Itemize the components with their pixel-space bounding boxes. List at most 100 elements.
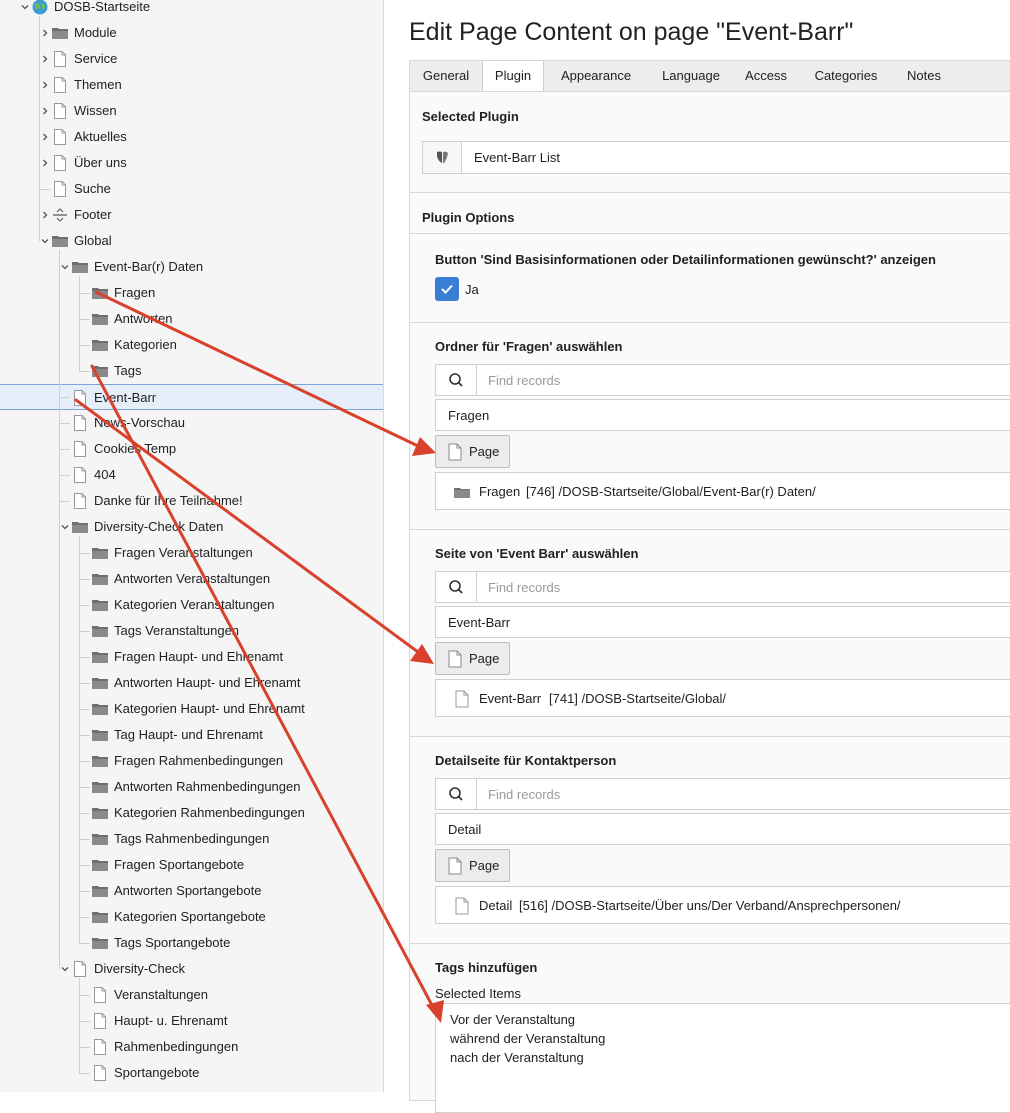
fragen-record[interactable]: Fragen [746] /DOSB-Startseite/Global/Eve… <box>435 472 1010 510</box>
tree-item-diversity-check-daten[interactable]: Diversity-Check Daten <box>0 514 383 540</box>
tree-item-danke[interactable]: Danke für Ihre Teilnahme! <box>0 488 383 514</box>
tree-item-suche[interactable]: Suche <box>0 176 383 202</box>
tree-item-wissen[interactable]: Wissen <box>0 98 383 124</box>
chevron-right-icon[interactable] <box>40 202 50 228</box>
fragen-page-button[interactable]: Page <box>435 435 510 468</box>
tree-item-404[interactable]: 404 <box>0 462 383 488</box>
tree-item-cookies-temp[interactable]: Cookies Temp <box>0 436 383 462</box>
event-barr-record-title: Event-Barr <box>479 691 542 706</box>
tab-language[interactable]: Language <box>648 61 734 91</box>
tree-item-tag-haupt-ehrenamt[interactable]: Tag Haupt- und Ehrenamt <box>0 722 383 748</box>
folder-icon <box>92 623 108 639</box>
tree-item-kategorien[interactable]: Kategorien <box>0 332 383 358</box>
chevron-down-icon[interactable] <box>60 514 70 540</box>
chevron-right-icon[interactable] <box>40 20 50 46</box>
fragen-search[interactable]: Find records <box>435 364 1010 396</box>
tree-item-event-barr-daten[interactable]: Event-Bar(r) Daten <box>0 254 383 280</box>
tree-item-module[interactable]: Module <box>0 20 383 46</box>
tree-item-label: Suche <box>74 181 111 196</box>
tree-item-ueber-uns[interactable]: Über uns <box>0 150 383 176</box>
tree-item-antworten[interactable]: Antworten <box>0 306 383 332</box>
tree-item-label: Kategorien Haupt- und Ehrenamt <box>114 701 305 716</box>
chevron-right-icon[interactable] <box>40 98 50 124</box>
selected-tag-item[interactable]: während der Veranstaltung <box>450 1031 605 1046</box>
tab-access[interactable]: Access <box>734 61 798 91</box>
chevron-right-icon[interactable] <box>40 150 50 176</box>
selected-plugin-field[interactable]: Event-Barr List <box>422 141 1010 174</box>
tree-item-tags[interactable]: Tags <box>0 358 383 384</box>
chevron-right-icon[interactable] <box>40 72 50 98</box>
tree-item-aktuelles[interactable]: Aktuelles <box>0 124 383 150</box>
tree-connector-line <box>39 16 40 241</box>
page-icon <box>448 443 462 461</box>
tree-item-fragen[interactable]: Fragen <box>0 280 383 306</box>
tree-item-fragen-haupt-ehrenamt[interactable]: Fragen Haupt- und Ehrenamt <box>0 644 383 670</box>
tree-item-label: Kategorien <box>114 337 177 352</box>
tree-item-footer[interactable]: Footer <box>0 202 383 228</box>
event-barr-search[interactable]: Find records <box>435 571 1010 603</box>
detail-value: Detail <box>448 822 482 837</box>
tree-item-label: DOSB-Startseite <box>54 0 151 14</box>
tree-item-kategorien-haupt-ehrenamt[interactable]: Kategorien Haupt- und Ehrenamt <box>0 696 383 722</box>
detail-record[interactable]: Detail [516] /DOSB-Startseite/Über uns/D… <box>435 886 1010 924</box>
event-barr-value-field[interactable]: Event-Barr <box>435 606 1010 638</box>
chevron-down-icon[interactable] <box>60 254 70 280</box>
tree-item-news-vorschau[interactable]: News-Vorschau <box>0 410 383 436</box>
tree-item-fragen-sportangebote[interactable]: Fragen Sportangebote <box>0 852 383 878</box>
tree-item-fragen-veranstaltungen[interactable]: Fragen Veranstaltungen <box>0 540 383 566</box>
chevron-right-icon[interactable] <box>40 46 50 72</box>
tree-connector-line <box>59 250 60 969</box>
tree-item-global[interactable]: Global <box>0 228 383 254</box>
tree-item-label: Kategorien Rahmenbedingungen <box>114 805 305 820</box>
tree-item-antworten-veranstaltungen[interactable]: Antworten Veranstaltungen <box>0 566 383 592</box>
tree-item-rahmenbedingungen[interactable]: Rahmenbedingungen <box>0 1034 383 1060</box>
tree-item-antworten-sportangebote[interactable]: Antworten Sportangebote <box>0 878 383 904</box>
event-barr-page-button[interactable]: Page <box>435 642 510 675</box>
event-barr-record[interactable]: Event-Barr [741] /DOSB-Startseite/Global… <box>435 679 1010 717</box>
page-icon <box>448 650 462 668</box>
tree-item-label: Diversity-Check Daten <box>94 519 224 534</box>
chevron-down-icon[interactable] <box>40 228 50 254</box>
tree-item-diversity-check[interactable]: Diversity-Check <box>0 956 383 982</box>
tree-item-haupt-u-ehrenamt[interactable]: Haupt- u. Ehrenamt <box>0 1008 383 1034</box>
chevron-right-icon[interactable] <box>40 124 50 150</box>
selected-plugin-title: Selected Plugin <box>422 109 519 124</box>
detail-search[interactable]: Find records <box>435 778 1010 810</box>
detail-value-field[interactable]: Detail <box>435 813 1010 845</box>
chevron-down-icon[interactable] <box>60 956 70 982</box>
tree-item-service[interactable]: Service <box>0 46 383 72</box>
tree-connector-line <box>79 579 90 580</box>
chevron-down-icon[interactable] <box>20 0 30 20</box>
tab-plugin[interactable]: Plugin <box>482 61 544 92</box>
tree-connector-line <box>79 605 90 606</box>
tree-connector-line <box>79 761 90 762</box>
tree-item-dosb-startseite[interactable]: DOSB-Startseite <box>0 0 383 20</box>
tree-item-antworten-haupt-ehrenamt[interactable]: Antworten Haupt- und Ehrenamt <box>0 670 383 696</box>
tree-item-label: Event-Bar(r) Daten <box>94 259 204 274</box>
tree-item-veranstaltungen[interactable]: Veranstaltungen <box>0 982 383 1008</box>
tree-item-tags-sportangebote[interactable]: Tags Sportangebote <box>0 930 383 956</box>
basisinfo-checkbox[interactable] <box>435 277 459 301</box>
main-content: Edit Page Content on page "Event-Barr" G… <box>384 0 1010 1113</box>
tab-appearance[interactable]: Appearance <box>544 61 648 91</box>
detail-page-button[interactable]: Page <box>435 849 510 882</box>
selected-tag-item[interactable]: nach der Veranstaltung <box>450 1050 584 1065</box>
tree-item-sportangebote[interactable]: Sportangebote <box>0 1060 383 1086</box>
tree-item-kategorien-rahmenbedingungen[interactable]: Kategorien Rahmenbedingungen <box>0 800 383 826</box>
detail-page-button-label: Page <box>469 858 500 873</box>
tree-item-kategorien-veranstaltungen[interactable]: Kategorien Veranstaltungen <box>0 592 383 618</box>
tree-item-kategorien-sportangebote[interactable]: Kategorien Sportangebote <box>0 904 383 930</box>
tree-item-event-barr[interactable]: Event-Barr <box>0 384 383 410</box>
tree-item-tags-rahmenbedingungen[interactable]: Tags Rahmenbedingungen <box>0 826 383 852</box>
tree-item-tags-veranstaltungen[interactable]: Tags Veranstaltungen <box>0 618 383 644</box>
tree-item-themen[interactable]: Themen <box>0 72 383 98</box>
tab-categories[interactable]: Categories <box>798 61 894 91</box>
tree-item-fragen-rahmenbedingungen[interactable]: Fragen Rahmenbedingungen <box>0 748 383 774</box>
tree-item-label: Rahmenbedingungen <box>114 1039 239 1054</box>
tree-item-antworten-rahmenbedingungen[interactable]: Antworten Rahmenbedingungen <box>0 774 383 800</box>
fragen-value-field[interactable]: Fragen <box>435 399 1010 431</box>
tab-general[interactable]: General <box>410 61 482 91</box>
tab-notes[interactable]: Notes <box>894 61 954 91</box>
selected-items-list[interactable]: Vor der Veranstaltung während der Verans… <box>435 1003 1010 1113</box>
selected-tag-item[interactable]: Vor der Veranstaltung <box>450 1012 575 1027</box>
